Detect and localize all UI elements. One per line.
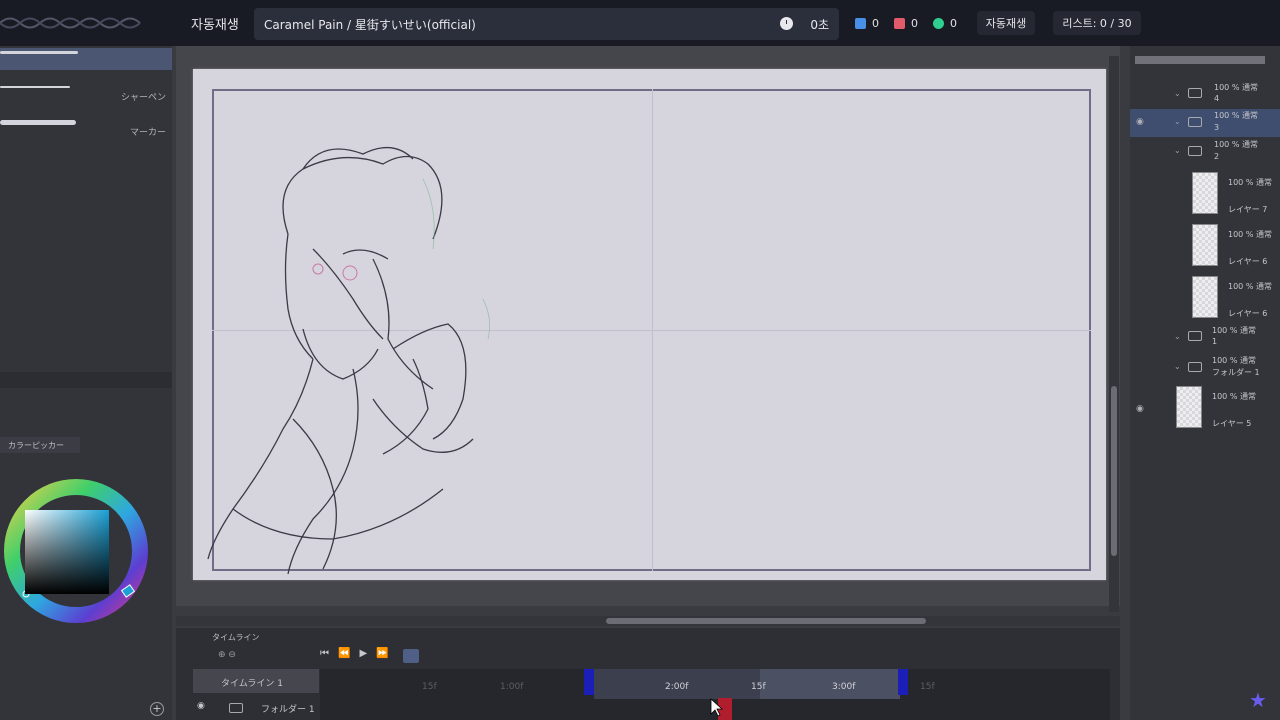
folder-icon: [1188, 146, 1202, 156]
brush-label: マーカー: [129, 128, 166, 138]
chevron-down-icon: ⌄: [1174, 89, 1181, 98]
brush-item-marker[interactable]: マーカー: [0, 116, 172, 138]
brush-panel-footer: [0, 372, 172, 388]
eye-icon: [933, 18, 944, 29]
folder-icon: [1188, 362, 1202, 372]
work-range-highlight: [760, 669, 900, 699]
layer-7[interactable]: 100 % 通常 レイヤー 7: [1130, 170, 1280, 220]
play-icon[interactable]: ▶: [359, 648, 367, 659]
playlist-count[interactable]: 리스트: 0 / 30: [1053, 11, 1141, 35]
view-counter: 0: [933, 17, 957, 30]
layer-folder-4[interactable]: ⌄ 100 % 通常 4: [1130, 82, 1280, 108]
scroll-thumb[interactable]: [606, 618, 926, 624]
tick-label: 15f: [422, 682, 437, 692]
next-frame-icon[interactable]: ⏩: [376, 648, 388, 659]
tick-label: 15f: [920, 682, 935, 692]
tick-label: 2:00f: [665, 682, 689, 692]
layer-folder-1[interactable]: ⌄ 100 % 通常 1: [1130, 325, 1280, 351]
range-end-marker[interactable]: [898, 669, 908, 695]
layer-thumbnail: [1192, 172, 1218, 214]
chevron-down-icon: ⌄: [1174, 362, 1181, 371]
timeline-folder-row[interactable]: ◉ フォルダー 1: [193, 699, 319, 719]
folder-icon: [1188, 88, 1202, 98]
folder-icon: [1188, 117, 1202, 127]
saturation-value-square[interactable]: [25, 510, 109, 594]
duration-text: 0초: [810, 18, 829, 32]
autoplay-title: 자동재생: [191, 18, 239, 33]
brush-item-selected[interactable]: [0, 48, 172, 70]
chevron-down-icon: ⌄: [1174, 117, 1181, 126]
eye-icon[interactable]: ◉: [1136, 404, 1144, 414]
layer-thumbnail: [1176, 386, 1202, 428]
scroll-thumb[interactable]: [1111, 386, 1117, 556]
horizontal-scrollbar[interactable]: [176, 616, 1120, 626]
like-button[interactable]: 0: [855, 17, 879, 30]
waveform-icon: [0, 17, 141, 29]
playback-controls: ⏮ ⏪ ▶ ⏩: [320, 648, 389, 659]
prev-frame-icon[interactable]: ⏪: [338, 648, 350, 659]
layer-opacity-bar[interactable]: [1135, 56, 1265, 64]
timeline-tab[interactable]: タイムライン: [212, 632, 259, 643]
sketch-drawing: [207, 147, 491, 575]
eye-icon[interactable]: ◉: [197, 701, 205, 711]
layer-5[interactable]: ◉ 100 % 通常 レイヤー 5: [1130, 384, 1280, 434]
now-playing-box[interactable]: Caramel Pain / 星街すいせい(official) 0초: [254, 8, 839, 40]
zoom-icon[interactable]: ⊕ ⊖: [218, 650, 236, 660]
brush-label: シャーペン: [120, 93, 166, 103]
brush-preview: [0, 86, 70, 88]
folder-icon: [229, 703, 243, 713]
brush-preview: [0, 51, 78, 54]
color-picker-tab[interactable]: カラーピッカー: [0, 437, 80, 453]
loop-icon[interactable]: [403, 649, 419, 663]
clock-icon: [780, 17, 793, 30]
layer-folder-3[interactable]: ◉ ⌄ 100 % 通常 3: [1130, 109, 1280, 137]
layer-folder-2[interactable]: ⌄ 100 % 通常 2: [1130, 138, 1280, 166]
autoplay-button[interactable]: 자동재생: [977, 11, 1035, 35]
chevron-down-icon: ⌄: [1174, 146, 1181, 155]
layer-thumbnail: [1192, 224, 1218, 266]
player-bar: 자동재생 Caramel Pain / 星街すいせい(official) 0초 …: [0, 0, 1280, 46]
star-icon[interactable]: ★: [1249, 688, 1267, 712]
folder-icon: [1188, 331, 1202, 341]
range-start-marker[interactable]: [584, 669, 594, 695]
add-button[interactable]: +: [150, 702, 164, 716]
view-count: 0: [950, 17, 957, 30]
dislike-button[interactable]: 0: [894, 17, 918, 30]
brush-item-sharpen[interactable]: シャーペン: [0, 86, 172, 108]
chevron-down-icon: ⌄: [1174, 332, 1181, 341]
layer-6a[interactable]: 100 % 通常 レイヤー 6: [1130, 222, 1280, 272]
tick-label: 15f: [751, 682, 766, 692]
eye-icon[interactable]: ◉: [1136, 117, 1144, 127]
brush-preview: [0, 120, 76, 125]
dislike-count: 0: [911, 17, 918, 30]
tick-label: 3:00f: [832, 682, 856, 692]
layer-6b[interactable]: 100 % 通常 レイヤー 6: [1130, 274, 1280, 324]
song-title: Caramel Pain / 星街すいせい(official): [264, 18, 476, 32]
vertical-scrollbar[interactable]: [1109, 56, 1119, 612]
thumbs-up-icon: [855, 18, 866, 29]
tick-label: 1:00f: [500, 682, 524, 692]
like-count: 0: [872, 17, 879, 30]
timeline-name[interactable]: タイムライン 1: [193, 669, 319, 693]
layer-thumbnail: [1192, 276, 1218, 318]
thumbs-down-icon: [894, 18, 905, 29]
layer-folder-named[interactable]: ⌄ 100 % 通常 フォルダー 1: [1130, 354, 1280, 382]
timeline-folder-label: フォルダー 1: [261, 705, 315, 715]
first-frame-icon[interactable]: ⏮: [320, 648, 329, 659]
app-root: 자동재생 Caramel Pain / 星街すいせい(official) 0초 …: [0, 0, 1280, 720]
mouse-cursor-icon: [710, 698, 724, 717]
